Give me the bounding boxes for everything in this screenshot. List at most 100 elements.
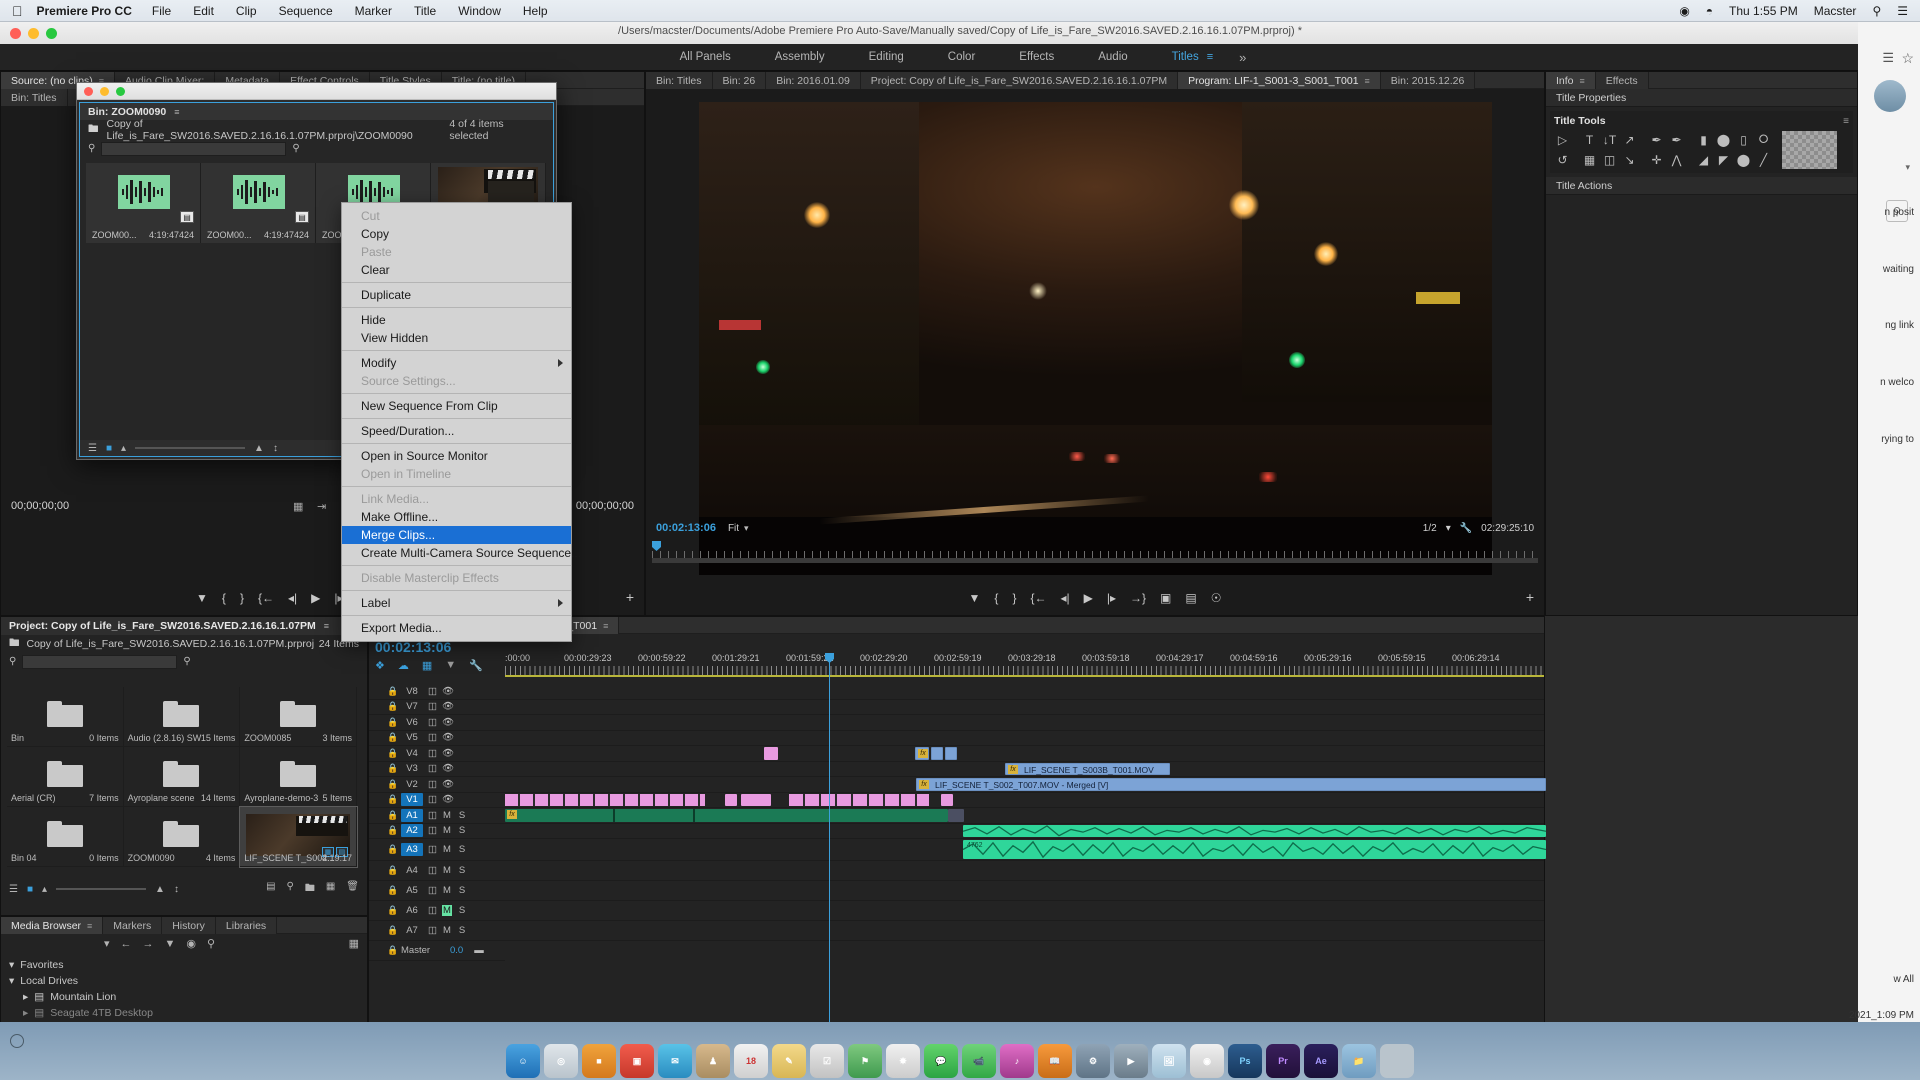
wedge-tool-icon[interactable]: ◢ — [1695, 151, 1712, 168]
timeline-row-v6[interactable] — [505, 715, 1544, 731]
menu-clip[interactable]: Clip — [236, 4, 257, 18]
menubar-username[interactable]: Macster — [1814, 4, 1857, 18]
bin-item[interactable]: ▤ ZOOM00... 4:19:47424 — [201, 163, 316, 243]
solo-button[interactable]: S — [457, 905, 467, 916]
mute-button[interactable]: M — [442, 810, 452, 821]
program-current-timecode[interactable]: 00:02:13:06 — [656, 522, 716, 534]
timeline-row-v1[interactable] — [505, 793, 1544, 808]
menu-item-copy[interactable]: Copy — [342, 225, 571, 243]
find-icon[interactable]: ⚲ — [287, 881, 294, 898]
menu-marker[interactable]: Marker — [355, 4, 392, 18]
dock-finder-icon[interactable]: ☺ — [506, 1044, 540, 1078]
track-header-a1[interactable]: 🔒 A1 ◫ M S — [369, 808, 505, 824]
clipped-rect-tool-icon[interactable]: ▯ — [1735, 131, 1752, 148]
rounded-rect-tool-icon[interactable]: ⬤ — [1715, 131, 1732, 148]
dock-reminders-icon[interactable]: ☑ — [810, 1044, 844, 1078]
bin-traffic-lights[interactable] — [84, 87, 125, 96]
program-resolution[interactable]: 1/2 — [1423, 523, 1437, 534]
track-output-icon[interactable]: ◫ — [428, 732, 437, 743]
lock-icon[interactable]: 🔒 — [387, 844, 398, 855]
tab-markers[interactable]: Markers — [103, 917, 163, 934]
track-header-v6[interactable]: 🔒 V6 ◫ 👁 — [369, 715, 505, 731]
timeline-clip[interactable]: fx — [915, 747, 929, 760]
track-output-icon[interactable]: ◫ — [428, 701, 437, 712]
solo-button[interactable]: S — [457, 925, 467, 936]
track-output-icon[interactable]: ◫ — [428, 825, 437, 836]
menu-item-view-hidden[interactable]: View Hidden — [342, 329, 571, 347]
button-editor-icon[interactable]: + — [626, 589, 634, 605]
solo-button[interactable]: S — [457, 810, 467, 821]
track-header-a7[interactable]: 🔒 A7 ◫ M S — [369, 921, 505, 941]
program-zoom-bar[interactable] — [652, 558, 1538, 563]
timeline-row-a3[interactable]: 4762 — [505, 839, 1547, 861]
bin-close-button[interactable] — [84, 87, 93, 96]
lock-icon[interactable]: 🔒 — [387, 732, 398, 743]
lift-icon[interactable]: ▣ — [1160, 591, 1171, 605]
new-item-icon[interactable]: ▦ — [326, 881, 335, 898]
menu-item-speed-duration[interactable]: Speed/Duration... — [342, 422, 571, 440]
lock-icon[interactable]: 🔒 — [387, 810, 398, 821]
track-header-v4[interactable]: 🔒 V4 ◫ 👁 — [369, 746, 505, 762]
play-icon[interactable]: ▶ — [311, 591, 320, 605]
panel-menu-icon[interactable]: ≡ — [1365, 76, 1370, 86]
workspace-assembly[interactable]: Assembly — [753, 51, 847, 63]
workspace-all-panels[interactable]: All Panels — [658, 51, 753, 63]
menu-item-modify[interactable]: Modify — [342, 354, 571, 372]
timeline-row-v4[interactable]: fx — [505, 746, 1544, 762]
eye-icon[interactable]: 👁 — [442, 794, 454, 805]
project-item-zoom0090[interactable]: ZOOM0090 4 Items — [123, 807, 241, 867]
track-header-v2[interactable]: 🔒 V2 ◫ 👁 — [369, 777, 505, 793]
timeline-row-a6[interactable] — [505, 901, 1544, 921]
eye-icon[interactable]: 👁 — [442, 748, 454, 759]
dock-photoshop-icon[interactable]: Ps — [1228, 1044, 1262, 1078]
pen-tool-icon[interactable]: ✒ — [1648, 131, 1665, 148]
wifi-icon[interactable]: ◓ — [1706, 4, 1713, 18]
vertical-path-type-tool-icon[interactable]: ↘ — [1621, 151, 1638, 168]
wrench-icon[interactable]: 🔧 — [1460, 523, 1472, 534]
dock-safari-icon[interactable]: ◎ — [544, 1044, 578, 1078]
timeline-clip[interactable] — [764, 747, 778, 760]
timeline-clip-group[interactable] — [505, 793, 705, 806]
timeline-audio-clip[interactable] — [962, 824, 1547, 837]
zoom-in-icon[interactable]: ▲ — [155, 884, 165, 895]
dock-notes-icon[interactable]: ✎ — [772, 1044, 806, 1078]
eye-icon[interactable]: 👁 — [442, 686, 454, 697]
tab-bin-20160109[interactable]: Bin: 2016.01.09 — [766, 72, 861, 89]
program-transport-controls[interactable]: ▼ { } {← ◂| ▶ |▸ →} ▣ ▤ ☉ — [646, 591, 1544, 605]
type-tool-icon[interactable]: T — [1581, 131, 1598, 148]
avatar[interactable] — [1874, 80, 1906, 112]
snap-icon[interactable]: ❖ — [375, 659, 385, 672]
filter-icon[interactable]: ▼ — [165, 938, 176, 950]
solo-button[interactable]: S — [457, 844, 467, 855]
timeline-row-v2[interactable]: fx LIF_SCENE T_S002_T007.MOV - Merged [V… — [505, 777, 1546, 793]
timeline-row-a4[interactable] — [505, 861, 1544, 881]
tab-libraries[interactable]: Libraries — [215, 917, 278, 934]
chevron-right-icon[interactable]: ▸ — [23, 991, 28, 1003]
dock-ibooks-icon[interactable]: 📖 — [1038, 1044, 1072, 1078]
workspace-audio[interactable]: Audio — [1076, 51, 1149, 63]
go-to-in-icon[interactable]: {← — [258, 591, 274, 605]
timeline-track-lanes[interactable]: fx fx LIF_SCENE T_S003B_T001.MOV fx LIF_… — [505, 684, 1547, 961]
track-output-icon[interactable]: ◫ — [428, 865, 437, 876]
track-header-a4[interactable]: 🔒 A4 ◫ M S — [369, 861, 505, 881]
chevron-down-icon[interactable]: ▾ — [744, 523, 749, 534]
icon-view-icon[interactable]: ■ — [106, 443, 112, 454]
track-header-v1[interactable]: 🔒 V1 ◫ 👁 — [369, 793, 505, 808]
filter-icon[interactable]: ⚲ — [183, 656, 190, 667]
solo-button[interactable]: S — [457, 885, 467, 896]
export-frame-icon[interactable]: ☉ — [1211, 591, 1222, 605]
zoom-slider[interactable] — [56, 888, 147, 890]
timeline-playhead[interactable] — [825, 653, 834, 1025]
menu-item-hide[interactable]: Hide — [342, 311, 571, 329]
go-to-in-icon[interactable]: {← — [1030, 591, 1046, 605]
sort-icon[interactable]: ↕ — [174, 884, 179, 895]
step-forward-icon[interactable]: |▸ — [1107, 591, 1116, 605]
timeline-clip-merged[interactable]: fx LIF_SCENE T_S002_T007.MOV - Merged [V… — [916, 778, 1546, 791]
mute-button[interactable]: M — [442, 844, 452, 855]
lock-icon[interactable]: 🔒 — [387, 701, 398, 712]
extract-icon[interactable]: ▤ — [1185, 591, 1196, 605]
panel-menu-icon[interactable]: ≡ — [324, 621, 329, 631]
lock-icon[interactable]: 🔒 — [387, 686, 398, 697]
bin-maximize-button[interactable] — [116, 87, 125, 96]
timeline-clip[interactable] — [931, 747, 943, 760]
